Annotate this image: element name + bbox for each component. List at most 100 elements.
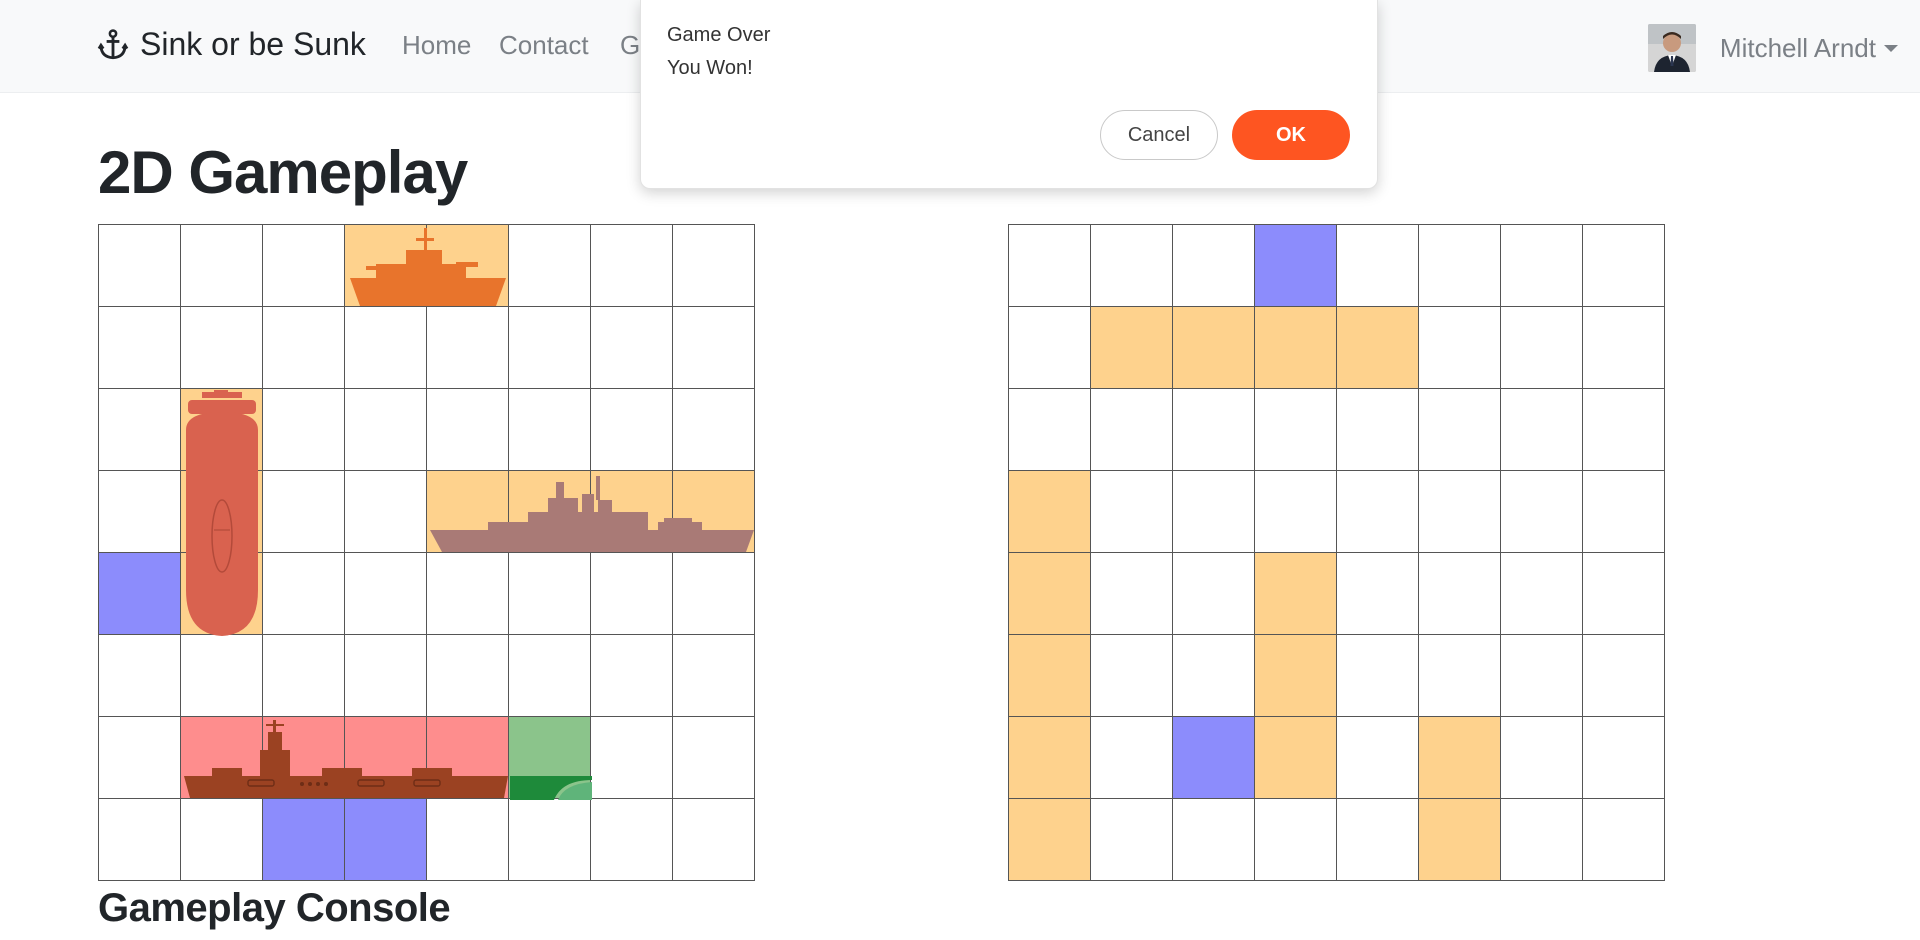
player-board-cell[interactable] xyxy=(99,717,181,799)
enemy-board-cell[interactable] xyxy=(1009,389,1091,471)
player-board-cell[interactable] xyxy=(673,717,755,799)
enemy-board-cell[interactable] xyxy=(1255,635,1337,717)
player-board-cell[interactable] xyxy=(263,307,345,389)
player-board-cell[interactable] xyxy=(99,635,181,717)
player-board-cell[interactable] xyxy=(427,553,509,635)
player-board-cell[interactable] xyxy=(345,717,427,799)
enemy-board-cell[interactable] xyxy=(1583,307,1665,389)
enemy-board-cell[interactable] xyxy=(1501,307,1583,389)
enemy-board-cell[interactable] xyxy=(1009,717,1091,799)
player-board-cell[interactable] xyxy=(263,799,345,881)
player-board-cell[interactable] xyxy=(591,717,673,799)
player-board-cell[interactable] xyxy=(509,389,591,471)
player-board-cell[interactable] xyxy=(591,635,673,717)
player-board-cell[interactable] xyxy=(673,307,755,389)
enemy-board-cell[interactable] xyxy=(1173,717,1255,799)
player-board-cell[interactable] xyxy=(509,307,591,389)
enemy-board-cell[interactable] xyxy=(1091,635,1173,717)
player-board-cell[interactable] xyxy=(99,799,181,881)
enemy-board-cell[interactable] xyxy=(1009,553,1091,635)
player-board-cell[interactable] xyxy=(509,471,591,553)
player-board-cell[interactable] xyxy=(427,471,509,553)
nav-home-link[interactable]: Home xyxy=(402,30,471,61)
enemy-board-cell[interactable] xyxy=(1501,635,1583,717)
player-board-cell[interactable] xyxy=(263,389,345,471)
player-board-cell[interactable] xyxy=(345,799,427,881)
enemy-board-cell[interactable] xyxy=(1419,389,1501,471)
player-board-cell[interactable] xyxy=(427,225,509,307)
enemy-board-cell[interactable] xyxy=(1009,307,1091,389)
enemy-board-cell[interactable] xyxy=(1337,799,1419,881)
enemy-board-cell[interactable] xyxy=(1091,799,1173,881)
player-board-cell[interactable] xyxy=(427,307,509,389)
player-board-cell[interactable] xyxy=(427,389,509,471)
enemy-board-cell[interactable] xyxy=(1255,471,1337,553)
player-board-cell[interactable] xyxy=(673,389,755,471)
player-board-cell[interactable] xyxy=(509,635,591,717)
enemy-board-cell[interactable] xyxy=(1255,799,1337,881)
player-board-cell[interactable] xyxy=(591,389,673,471)
player-board-cell[interactable] xyxy=(99,471,181,553)
nav-contact-link[interactable]: Contact xyxy=(499,30,589,61)
enemy-board-cell[interactable] xyxy=(1501,225,1583,307)
player-board-cell[interactable] xyxy=(263,717,345,799)
player-board-cell[interactable] xyxy=(509,717,591,799)
cancel-button[interactable]: Cancel xyxy=(1100,110,1218,160)
enemy-board-cell[interactable] xyxy=(1419,225,1501,307)
player-board-cell[interactable] xyxy=(345,389,427,471)
enemy-board-cell[interactable] xyxy=(1583,225,1665,307)
player-board-cell[interactable] xyxy=(99,389,181,471)
enemy-board-cell[interactable] xyxy=(1583,717,1665,799)
enemy-board-cell[interactable] xyxy=(1009,225,1091,307)
player-board-cell[interactable] xyxy=(345,307,427,389)
enemy-board-cell[interactable] xyxy=(1091,307,1173,389)
enemy-board-cell[interactable] xyxy=(1173,799,1255,881)
enemy-board-cell[interactable] xyxy=(1419,307,1501,389)
enemy-board-cell[interactable] xyxy=(1419,799,1501,881)
enemy-board-cell[interactable] xyxy=(1255,553,1337,635)
player-board-cell[interactable] xyxy=(673,471,755,553)
player-board-cell[interactable] xyxy=(591,553,673,635)
enemy-board-cell[interactable] xyxy=(1173,471,1255,553)
player-board-cell[interactable] xyxy=(181,307,263,389)
enemy-board-cell[interactable] xyxy=(1009,635,1091,717)
player-board-cell[interactable] xyxy=(591,225,673,307)
enemy-board-cell[interactable] xyxy=(1501,799,1583,881)
enemy-board-cell[interactable] xyxy=(1009,471,1091,553)
enemy-board-cell[interactable] xyxy=(1583,635,1665,717)
player-board-cell[interactable] xyxy=(263,471,345,553)
enemy-board-cell[interactable] xyxy=(1091,471,1173,553)
player-board-cell[interactable] xyxy=(263,553,345,635)
nav-game-link[interactable]: G xyxy=(620,30,640,61)
enemy-board-cell[interactable] xyxy=(1337,717,1419,799)
enemy-board-cell[interactable] xyxy=(1501,553,1583,635)
player-board-cell[interactable] xyxy=(263,635,345,717)
player-board-cell[interactable] xyxy=(181,553,263,635)
enemy-board-cell[interactable] xyxy=(1501,389,1583,471)
player-board-cell[interactable] xyxy=(345,225,427,307)
enemy-board-cell[interactable] xyxy=(1337,471,1419,553)
enemy-board-cell[interactable] xyxy=(1583,389,1665,471)
enemy-board-cell[interactable] xyxy=(1337,225,1419,307)
enemy-board-cell[interactable] xyxy=(1255,225,1337,307)
ok-button[interactable]: OK xyxy=(1232,110,1350,160)
enemy-board-cell[interactable] xyxy=(1173,553,1255,635)
enemy-board-cell[interactable] xyxy=(1173,389,1255,471)
player-board-cell[interactable] xyxy=(345,635,427,717)
user-menu[interactable]: Mitchell Arndt xyxy=(1647,24,1898,72)
player-board-cell[interactable] xyxy=(591,799,673,881)
player-board-cell[interactable] xyxy=(181,799,263,881)
player-board-cell[interactable] xyxy=(181,389,263,471)
enemy-board-cell[interactable] xyxy=(1173,225,1255,307)
enemy-board-cell[interactable] xyxy=(1419,717,1501,799)
enemy-board-cell[interactable] xyxy=(1091,717,1173,799)
enemy-board-cell[interactable] xyxy=(1091,553,1173,635)
enemy-board-cell[interactable] xyxy=(1337,635,1419,717)
enemy-board-cell[interactable] xyxy=(1009,799,1091,881)
enemy-board-cell[interactable] xyxy=(1255,389,1337,471)
enemy-board-cell[interactable] xyxy=(1255,717,1337,799)
enemy-board-cell[interactable] xyxy=(1337,307,1419,389)
enemy-board-cell[interactable] xyxy=(1419,553,1501,635)
player-board-cell[interactable] xyxy=(509,799,591,881)
enemy-board-cell[interactable] xyxy=(1419,635,1501,717)
